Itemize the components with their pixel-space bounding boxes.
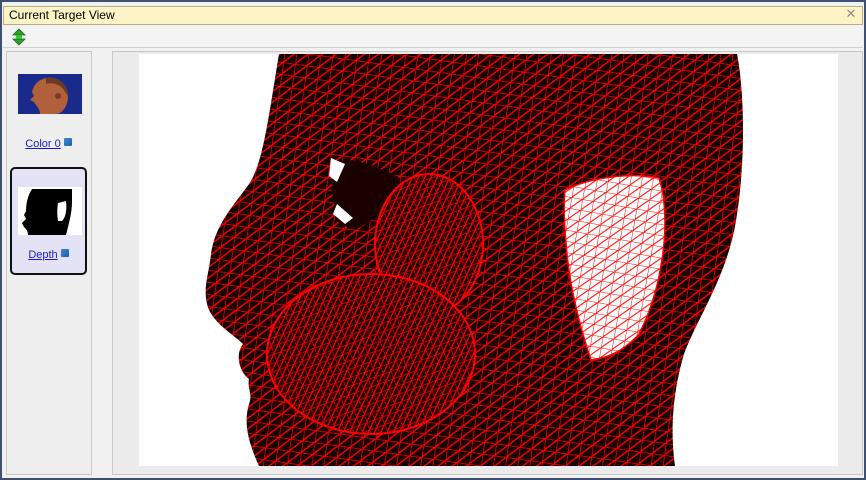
thumbnail-depth[interactable]: Depth (10, 167, 87, 275)
target-view-window: Current Target View ✕ Color 0 Depth (0, 0, 866, 480)
toolbar (3, 26, 863, 48)
expand-collapse-icon[interactable] (11, 28, 27, 46)
close-icon[interactable]: ✕ (844, 8, 858, 22)
thumbnail-color-0[interactable]: Color 0 (10, 54, 87, 162)
window-title: Current Target View (9, 8, 115, 22)
wireframe-head-render[interactable] (139, 54, 838, 466)
color-head-thumbnail[interactable] (18, 74, 82, 114)
thumbnail-label: Color 0 (10, 138, 87, 150)
color-0-link[interactable]: Color 0 (25, 138, 60, 150)
link-icon (60, 249, 69, 257)
depth-mask-thumbnail[interactable] (18, 187, 82, 235)
thumbnail-label: Depth (12, 249, 85, 261)
main-viewport (112, 51, 863, 475)
link-icon (63, 138, 72, 146)
depth-link[interactable]: Depth (28, 249, 57, 261)
title-bar: Current Target View ✕ (3, 6, 863, 25)
thumbnail-sidebar: Color 0 Depth (6, 51, 92, 475)
